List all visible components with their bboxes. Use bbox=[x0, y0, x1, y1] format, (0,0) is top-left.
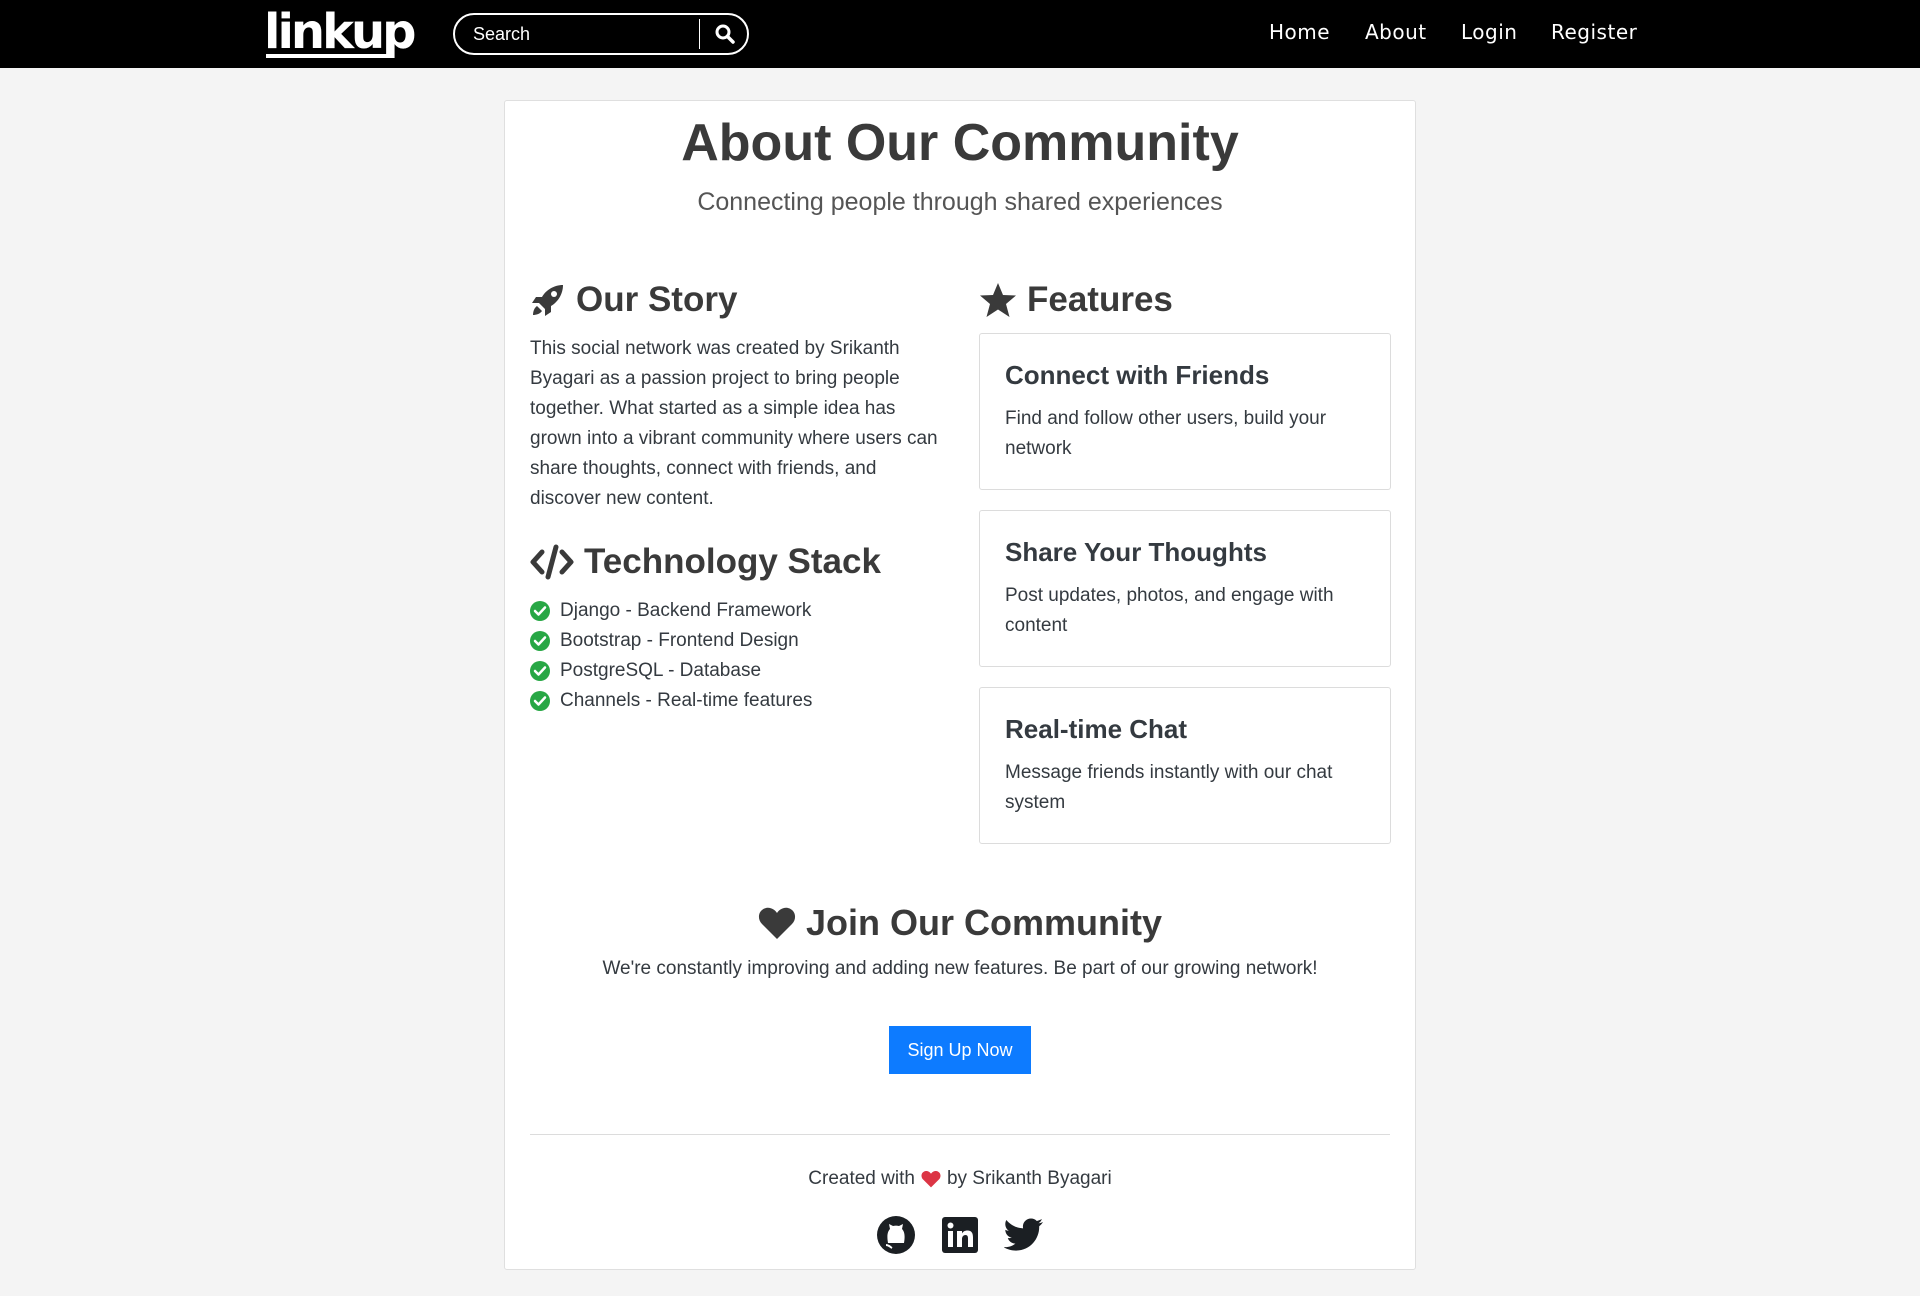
footer-credit: Created with by Srikanth Byagari bbox=[0, 1168, 1920, 1190]
github-link[interactable] bbox=[875, 1214, 917, 1256]
search-box bbox=[453, 13, 749, 55]
search-button[interactable] bbox=[705, 18, 745, 50]
star-icon bbox=[980, 283, 1016, 317]
feature-desc: Post updates, photos, and engage with co… bbox=[1005, 585, 1334, 636]
story-heading: Our Story bbox=[530, 280, 737, 320]
footer-suffix: by Srikanth Byagari bbox=[946, 1168, 1112, 1189]
feature-card-chat: Real-time Chat Message friends instantly… bbox=[979, 687, 1391, 844]
tech-list: Django - Backend Framework Bootstrap - F… bbox=[530, 596, 812, 716]
join-text: We're constantly improving and adding ne… bbox=[602, 958, 1318, 979]
tech-item-label: Channels - Real-time features bbox=[560, 690, 813, 711]
feature-card-share: Share Your Thoughts Post updates, photos… bbox=[979, 510, 1391, 667]
tech-heading-text: Technology Stack bbox=[584, 542, 881, 581]
check-circle-icon bbox=[530, 661, 550, 681]
rocket-icon bbox=[532, 285, 563, 316]
check-circle-icon bbox=[530, 601, 550, 621]
tech-item-label: PostgreSQL - Database bbox=[560, 660, 762, 681]
tech-item: Bootstrap - Frontend Design bbox=[530, 626, 812, 656]
linkedin-link[interactable] bbox=[939, 1214, 981, 1256]
search-divider bbox=[699, 19, 700, 49]
tech-item: PostgreSQL - Database bbox=[530, 656, 812, 686]
search-input[interactable] bbox=[473, 21, 703, 47]
social-links bbox=[0, 1214, 1920, 1256]
feature-title: Real-time Chat bbox=[1005, 714, 1188, 744]
tech-item-label: Django - Backend Framework bbox=[560, 600, 812, 621]
tech-item: Django - Backend Framework bbox=[530, 596, 812, 626]
story-text: This social network was created by Srika… bbox=[530, 338, 938, 509]
tech-heading: Technology Stack bbox=[530, 542, 881, 582]
logo[interactable]: linkup bbox=[264, 4, 417, 60]
divider bbox=[530, 1134, 1390, 1135]
search-icon bbox=[715, 24, 735, 44]
nav-about[interactable]: About bbox=[1365, 20, 1427, 44]
tech-item-label: Bootstrap - Frontend Design bbox=[560, 630, 799, 651]
feature-card-connect: Connect with Friends Find and follow oth… bbox=[979, 333, 1391, 490]
nav-home[interactable]: Home bbox=[1269, 20, 1330, 44]
nav-register[interactable]: Register bbox=[1551, 20, 1637, 44]
navbar: linkup Home About Login Register bbox=[0, 0, 1920, 68]
feature-desc: Message friends instantly with our chat … bbox=[1005, 762, 1333, 813]
heart-icon bbox=[758, 907, 796, 939]
feature-title: Connect with Friends bbox=[1005, 360, 1270, 390]
twitter-link[interactable] bbox=[1003, 1214, 1045, 1256]
signup-button[interactable]: Sign Up Now bbox=[889, 1026, 1031, 1074]
footer-prefix: Created with bbox=[808, 1168, 915, 1189]
linkedin-icon bbox=[942, 1217, 978, 1253]
github-icon bbox=[877, 1216, 915, 1254]
join-heading: Join Our Community bbox=[0, 902, 1920, 944]
story-heading-text: Our Story bbox=[576, 280, 738, 319]
features-heading-text: Features bbox=[1027, 280, 1173, 319]
logo-underline bbox=[266, 54, 390, 58]
join-heading-text: Join Our Community bbox=[805, 902, 1162, 943]
features-heading: Features bbox=[979, 280, 1173, 320]
heart-icon bbox=[921, 1171, 941, 1188]
check-circle-icon bbox=[530, 691, 550, 711]
twitter-icon bbox=[1004, 1218, 1043, 1251]
page-title: About Our Community bbox=[681, 114, 1239, 172]
tech-item: Channels - Real-time features bbox=[530, 686, 812, 716]
nav-login[interactable]: Login bbox=[1461, 20, 1517, 44]
feature-title: Share Your Thoughts bbox=[1005, 537, 1267, 567]
code-icon bbox=[530, 544, 574, 580]
page-subtitle: Connecting people through shared experie… bbox=[697, 188, 1223, 216]
check-circle-icon bbox=[530, 631, 550, 651]
feature-desc: Find and follow other users, build your … bbox=[1005, 408, 1327, 459]
